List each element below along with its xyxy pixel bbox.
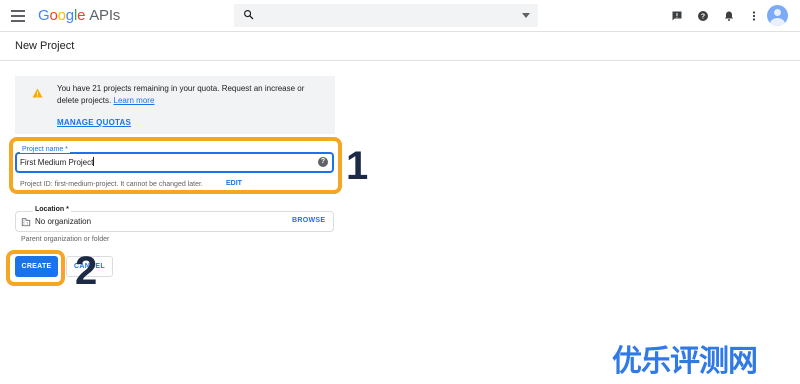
logo-letter: g [65, 7, 74, 24]
search-bar[interactable] [234, 4, 538, 27]
google-apis-logo[interactable]: Google APIs [38, 7, 120, 24]
location-value: No organization [35, 217, 92, 226]
step-1-number: 1 [346, 144, 369, 188]
notifications-icon[interactable] [723, 10, 735, 22]
help-icon[interactable]: ? [318, 157, 328, 167]
more-vert-icon[interactable] [748, 10, 760, 22]
top-bar: Google APIs ? [0, 0, 800, 32]
search-icon [244, 10, 254, 20]
logo-letter: e [77, 7, 86, 24]
watermark: 优乐评测网 [612, 344, 758, 379]
logo-suffix: APIs [89, 7, 121, 24]
logo-letter: G [38, 7, 50, 24]
page-title: New Project [15, 40, 75, 52]
project-name-label: Project name * [20, 146, 70, 153]
manage-quotas-link[interactable]: MANAGE QUOTAS [57, 118, 131, 127]
logo-letter: o [57, 7, 66, 24]
avatar-body [770, 18, 785, 26]
project-name-input[interactable]: First Medium Project [20, 157, 95, 167]
project-id-text: Project ID: first-medium-project. It can… [20, 181, 203, 188]
project-name-value: First Medium Project [20, 158, 94, 167]
organization-icon [21, 218, 31, 227]
feedback-icon[interactable] [671, 10, 683, 22]
step-2-number: 2 [75, 249, 98, 293]
logo-letter: o [49, 7, 58, 24]
page-header: New Project [0, 32, 800, 61]
edit-project-id-button[interactable]: EDIT [226, 180, 242, 187]
text-cursor [93, 157, 95, 166]
browse-button[interactable]: BROWSE [292, 217, 325, 224]
quota-notice: You have 21 projects remaining in your q… [15, 76, 335, 134]
menu-icon[interactable] [11, 10, 25, 22]
location-label: Location * [33, 206, 71, 213]
quota-notice-text: You have 21 projects remaining in your q… [57, 83, 327, 107]
avatar[interactable] [767, 5, 788, 26]
quota-message: You have 21 projects remaining in your q… [57, 84, 305, 105]
learn-more-link[interactable]: Learn more [114, 96, 155, 105]
avatar-head [774, 9, 781, 16]
dropdown-caret-icon[interactable] [522, 13, 530, 18]
search-input[interactable] [262, 7, 516, 25]
help-icon[interactable]: ? [697, 10, 709, 22]
create-button[interactable]: CREATE [15, 256, 58, 277]
warning-icon [32, 88, 43, 98]
svg-text:?: ? [701, 14, 705, 21]
location-hint: Parent organization or folder [21, 236, 110, 243]
